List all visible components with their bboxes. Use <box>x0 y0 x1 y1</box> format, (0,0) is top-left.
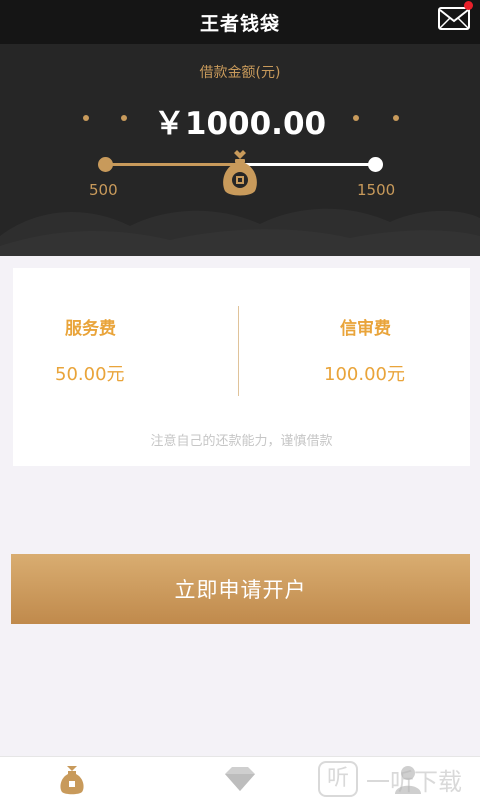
decorative-dot <box>353 115 359 121</box>
app-header: 王者钱袋 <box>0 0 480 44</box>
review-fee-label: 信审费 <box>340 319 391 339</box>
money-bag-slider-handle-icon[interactable] <box>219 147 261 199</box>
repayment-warning: 注意自己的还款能力，谨慎借款 <box>150 434 333 449</box>
watermark: 听 一听下载 <box>318 758 462 800</box>
apply-open-account-button[interactable]: 立即申请开户 <box>11 554 470 624</box>
fee-divider <box>238 306 239 396</box>
loan-amount-value: ￥1000.00 <box>153 106 327 142</box>
review-fee-value: 100.00元 <box>324 364 405 385</box>
notification-dot <box>464 1 473 10</box>
watermark-badge: 听 <box>318 761 358 797</box>
slider-min-knob <box>98 157 113 172</box>
page-title: 王者钱袋 <box>199 12 280 35</box>
decorative-waves <box>0 208 480 256</box>
service-fee-value: 50.00元 <box>55 364 125 385</box>
watermark-text: 一听下载 <box>366 767 462 796</box>
loan-amount-panel: 借款金额(元) ￥1000.00 500 1500 <box>0 44 480 256</box>
envelope-icon[interactable] <box>438 1 473 32</box>
loan-amount-label: 借款金额(元) <box>199 65 281 81</box>
slider-max-knob <box>368 157 383 172</box>
diamond-icon <box>225 767 255 791</box>
service-fee-label: 服务费 <box>65 319 116 339</box>
fee-card: 服务费 50.00元 信审费 100.00元 注意自己的还款能力，谨慎借款 <box>13 268 470 466</box>
tab-loan[interactable] <box>50 761 94 797</box>
decorative-dot <box>393 115 399 121</box>
tab-diamond[interactable] <box>218 761 262 797</box>
money-bag-icon <box>60 766 84 795</box>
